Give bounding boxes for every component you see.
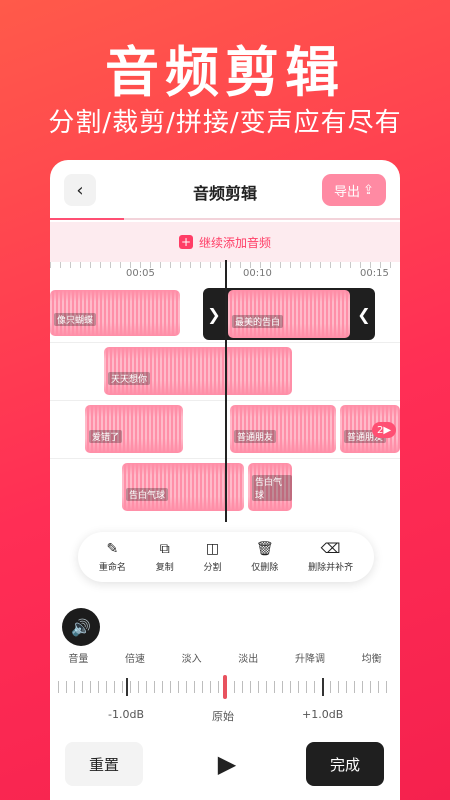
slider-thumb[interactable] [223,675,227,699]
action-label: 删除并补齐 [308,563,354,573]
clip-label: 最美的告白 [232,315,284,328]
action-label: 复制 [155,563,174,573]
ruler-time: 00:05 [126,268,155,279]
play-button[interactable]: ▶ [213,750,241,778]
more-count: 2 [376,424,384,436]
play-icon: ▶ [217,750,237,778]
reset-button[interactable]: 重置 [65,742,143,786]
delete-only-button[interactable]: 🗑 仅删除 [251,541,278,573]
tab-pitch[interactable]: 升降调 [295,650,325,665]
slider-max-label: +1.0dB [302,708,344,721]
effects-tabs: 音量 倍速 淡入 淡出 升降调 均衡 [50,650,400,665]
backspace-icon: ⌫ [320,541,341,557]
add-audio-button[interactable]: + 继续添加音频 [50,222,400,262]
action-label: 重命名 [98,563,126,573]
audio-clip[interactable]: 像只蝴蝶 [50,290,180,336]
slider-min-label: -1.0dB [108,708,144,721]
audio-clip-selected[interactable]: 最美的告白 [228,290,350,338]
clip-action-menu: ✎ 重命名 ⧉ 复制 ◫ 分割 🗑 仅删除 ⌫ 删除并补齐 [78,532,374,582]
trim-handle-right[interactable]: ❮ [353,288,375,340]
split-button[interactable]: ◫ 分割 [203,541,221,573]
audio-clip[interactable]: 爱错了 [85,405,183,453]
done-button[interactable]: 完成 [306,742,384,786]
tab-speed[interactable]: 倍速 [125,650,145,665]
tab-fade-out[interactable]: 淡出 [238,650,258,665]
pen-plus-icon: ✎ [106,541,119,557]
slider-center-label: 原始 [212,710,234,723]
export-button[interactable]: 导出 ⇪ [322,174,386,206]
tab-volume[interactable]: 音量 [68,650,88,665]
hero-title: 音频剪辑 [105,41,345,104]
volume-button[interactable]: 🔊 [62,608,100,646]
phone-screen: ‹ 音频剪辑 导出 ⇪ + 继续添加音频 00:05 00:10 00:15 像… [50,160,400,800]
trim-handle-left[interactable]: ❯ [203,288,225,340]
audio-clip[interactable]: 告白气球 [248,463,292,511]
split-icon: ◫ [205,541,220,557]
action-label: 分割 [203,563,222,573]
tab-fade-in[interactable]: 淡入 [182,650,202,665]
more-clips-badge[interactable]: 2 ▶ [372,422,396,438]
clip-label: 天天想你 [108,372,151,385]
audio-clip[interactable]: 天天想你 [104,347,292,395]
share-icon: ⇪ [363,182,374,198]
plus-icon: + [178,235,193,249]
ruler-time: 00:10 [243,268,272,279]
clip-label: 告白气球 [252,475,292,501]
tab-indicator [50,218,400,220]
copy-button[interactable]: ⧉ 复制 [156,541,174,573]
hero-subtitle: 分割/裁剪/拼接/变声应有尽有 [48,108,402,138]
action-label: 仅删除 [251,563,279,573]
copy-icon: ⧉ [159,541,170,557]
audio-clip[interactable]: 普通朋友 [230,405,336,453]
tab-equalizer[interactable]: 均衡 [362,650,382,665]
clip-label: 爱错了 [89,430,123,443]
clip-label: 告白气球 [126,488,169,501]
rename-button[interactable]: ✎ 重命名 [99,541,126,573]
playhead[interactable] [225,260,227,522]
trash-icon: 🗑 [255,541,274,557]
clip-label: 像只蝴蝶 [54,313,97,326]
speaker-icon: 🔊 [71,617,91,637]
delete-and-fill-button[interactable]: ⌫ 删除并补齐 [308,541,353,573]
volume-slider[interactable] [58,675,392,699]
ruler-time: 00:15 [360,268,389,279]
export-label: 导出 [334,184,361,200]
clip-label: 普通朋友 [234,430,277,443]
add-audio-label: 继续添加音频 [198,235,271,250]
